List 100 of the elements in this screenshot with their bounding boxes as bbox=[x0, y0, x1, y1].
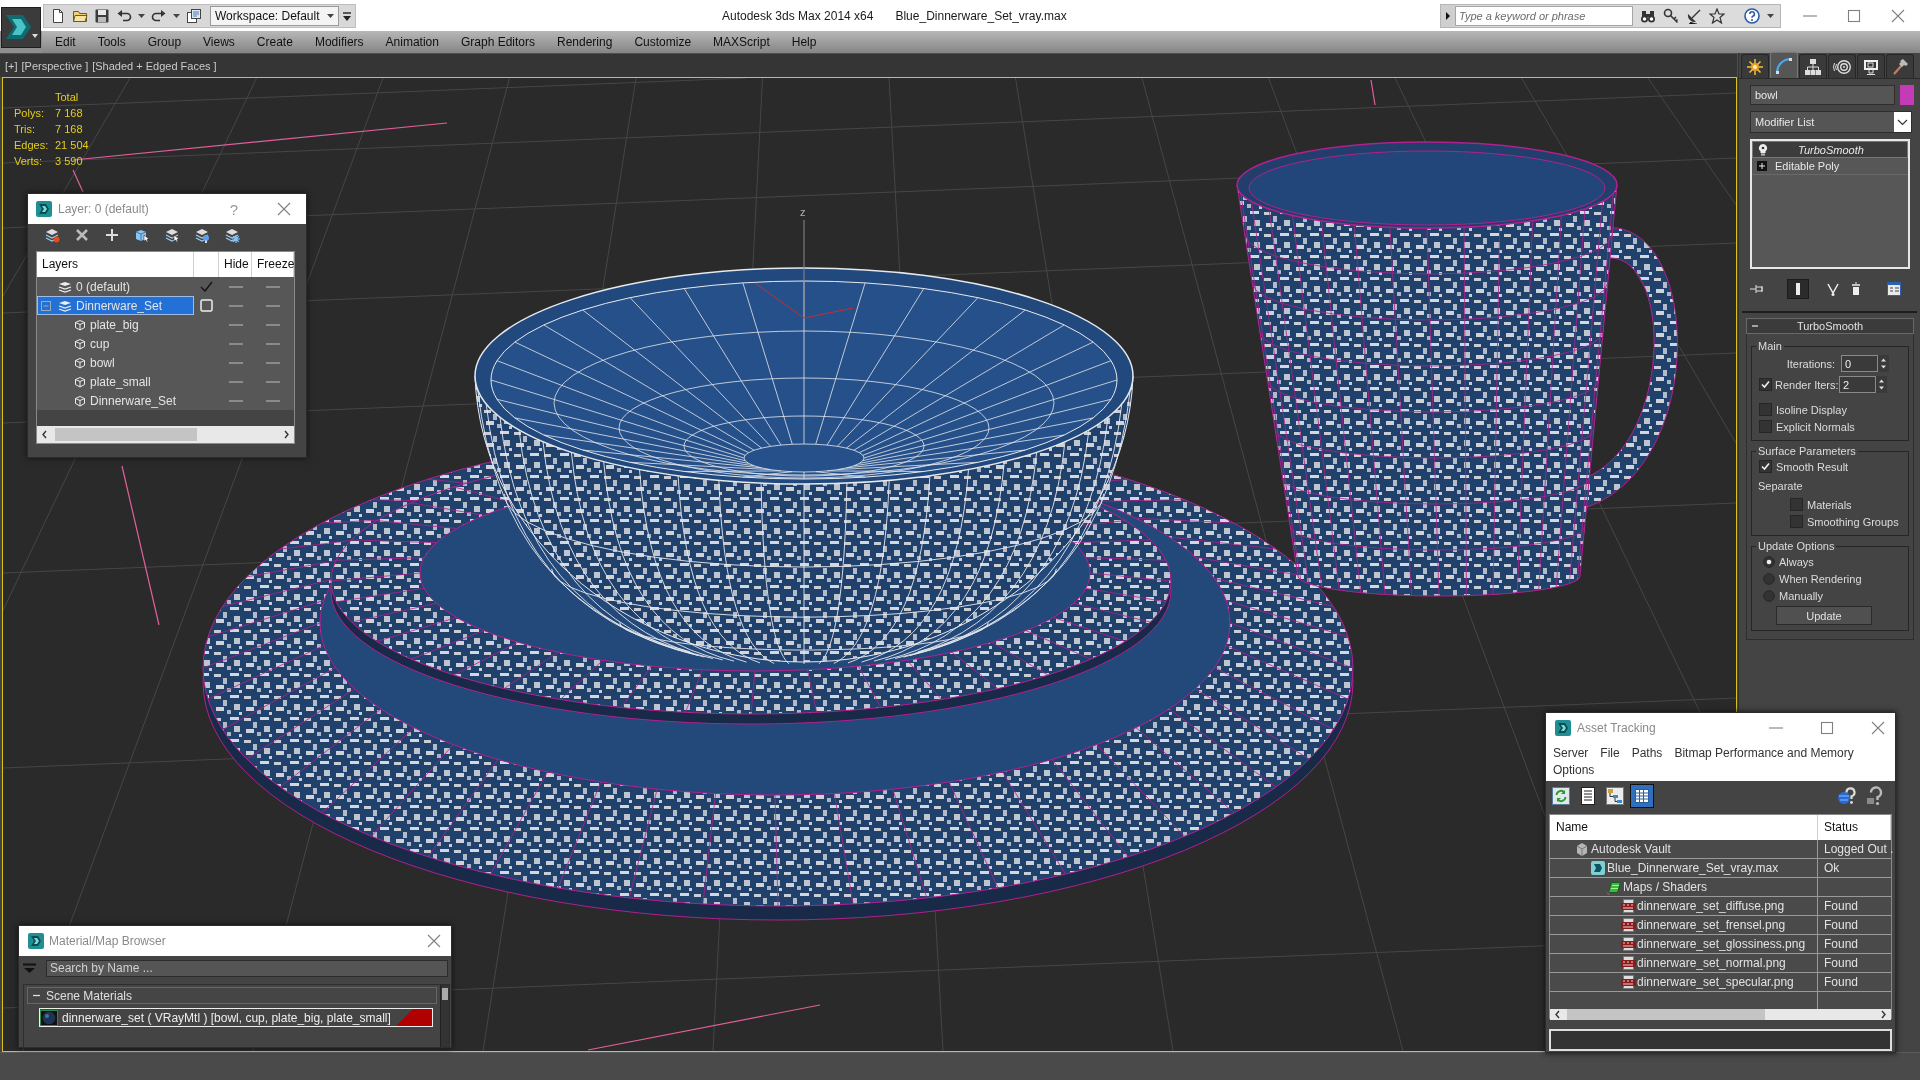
menu-item[interactable]: Help bbox=[780, 34, 828, 50]
menu-item[interactable]: MAXScript bbox=[702, 34, 781, 50]
layers-snowflake-icon[interactable] bbox=[224, 226, 240, 243]
layer-list-item[interactable]: bowl bbox=[37, 353, 194, 372]
command-panel-tab[interactable] bbox=[1828, 54, 1856, 78]
menu-item[interactable]: Graph Editors bbox=[449, 34, 546, 50]
layers-cursor-icon[interactable] bbox=[164, 226, 180, 243]
scrollbar-thumb[interactable] bbox=[442, 988, 448, 1000]
radio-button[interactable] bbox=[1763, 572, 1775, 585]
menu-item[interactable]: Modifiers bbox=[303, 34, 375, 50]
app-logo-icon[interactable] bbox=[1, 7, 41, 48]
hierarchy-chart-icon[interactable] bbox=[1603, 784, 1627, 808]
checkbox[interactable] bbox=[1759, 420, 1772, 433]
command-panel-tab[interactable] bbox=[1857, 54, 1885, 78]
modifier-stack-item[interactable]: Editable Poly bbox=[1752, 158, 1908, 175]
refresh-icon[interactable] bbox=[1549, 784, 1573, 808]
layer-list-item[interactable]: Dinnerware_Set bbox=[37, 296, 194, 315]
layers-dot-icon[interactable] bbox=[44, 226, 60, 243]
scrollbar[interactable] bbox=[37, 426, 294, 443]
maximize-icon[interactable] bbox=[1847, 8, 1861, 23]
workspace-dropdown[interactable]: Workspace: Default bbox=[210, 5, 339, 26]
asset-tree-item[interactable]: Blue_Dinnerware_Set_vray.max bbox=[1550, 859, 1818, 877]
update-button[interactable]: Update bbox=[1776, 606, 1872, 625]
checkbox[interactable] bbox=[1759, 460, 1772, 473]
checkmark-icon[interactable] bbox=[200, 281, 213, 292]
menu-item[interactable]: Bitmap Performance and Memory bbox=[1668, 745, 1860, 760]
vertical-bar-icon[interactable] bbox=[1787, 279, 1809, 299]
rollout-header[interactable]: TurboSmooth bbox=[1746, 318, 1914, 334]
menu-item[interactable]: Paths bbox=[1625, 745, 1669, 760]
new-file-icon[interactable] bbox=[50, 7, 66, 24]
command-panel-tab[interactable] bbox=[1799, 54, 1827, 78]
chevron-right-icon[interactable] bbox=[283, 430, 290, 439]
close-icon[interactable] bbox=[1891, 8, 1905, 23]
chevron-right-icon[interactable] bbox=[1880, 1010, 1887, 1019]
command-panel-tab[interactable] bbox=[1741, 54, 1769, 78]
layers-bulb-icon[interactable] bbox=[194, 226, 210, 243]
checkbox[interactable] bbox=[1759, 403, 1772, 416]
asset-tree-item[interactable]: dinnerware_set_normal.png bbox=[1550, 954, 1818, 972]
checkbox[interactable] bbox=[1790, 515, 1803, 528]
object-name-field[interactable]: bowl bbox=[1750, 85, 1895, 105]
view-label[interactable]: [+] bbox=[5, 59, 18, 72]
scrollbar[interactable] bbox=[440, 985, 449, 1047]
caret-icon[interactable] bbox=[138, 13, 145, 18]
undo-arrow-icon[interactable] bbox=[116, 7, 132, 24]
menu-item[interactable]: Views bbox=[192, 34, 246, 50]
menu-item[interactable]: Create bbox=[245, 34, 304, 50]
key-icon[interactable] bbox=[1663, 7, 1679, 24]
radio-button[interactable] bbox=[1763, 555, 1775, 568]
asset-tree-item[interactable]: dinnerware_set_glossiness.png bbox=[1550, 935, 1818, 953]
spinner-arrows-icon[interactable] bbox=[1878, 355, 1889, 372]
view-label[interactable]: [Shaded + Edged Faces ] bbox=[92, 59, 217, 72]
caret-icon[interactable] bbox=[1767, 13, 1774, 18]
grid-icon[interactable] bbox=[1630, 784, 1654, 808]
star-icon[interactable] bbox=[1709, 7, 1725, 24]
maximize-icon[interactable] bbox=[1820, 721, 1834, 735]
material-item[interactable]: dinnerware_set ( VRayMtl ) [bowl, cup, plate_big, plate_small] bbox=[39, 1008, 433, 1027]
asset-tree-item[interactable]: dinnerware_set_diffuse.png bbox=[1550, 897, 1818, 915]
close-icon[interactable] bbox=[1871, 721, 1885, 735]
scrollbar-thumb[interactable] bbox=[1567, 1009, 1765, 1020]
modifier-stack-item[interactable]: TurboSmooth bbox=[1752, 141, 1908, 158]
color-swatch[interactable] bbox=[1900, 85, 1914, 105]
view-label[interactable]: [Perspective ] bbox=[21, 59, 89, 72]
redo-arrow-icon[interactable] bbox=[151, 7, 167, 24]
help-icon[interactable] bbox=[1836, 786, 1856, 806]
scrollbar[interactable] bbox=[1550, 1009, 1891, 1020]
help-icon[interactable] bbox=[1865, 786, 1885, 806]
group-header[interactable]: Scene Materials bbox=[27, 987, 437, 1004]
menu-item[interactable]: Options bbox=[1547, 762, 1601, 777]
layer-list-item[interactable]: plate_small bbox=[37, 372, 194, 391]
scrollbar-thumb[interactable] bbox=[55, 428, 197, 441]
lightbulb-icon[interactable] bbox=[1758, 143, 1768, 156]
plus-box-icon[interactable] bbox=[1757, 161, 1767, 171]
menu-item[interactable]: Animation bbox=[374, 34, 450, 50]
asset-tree-item[interactable]: Autodesk Vault bbox=[1550, 840, 1818, 858]
close-icon[interactable] bbox=[277, 202, 291, 216]
search-field[interactable]: Search by Name ... bbox=[46, 959, 448, 977]
asset-tree-item[interactable]: dinnerware_set_frensel.png bbox=[1550, 916, 1818, 934]
status-field[interactable] bbox=[1549, 1029, 1892, 1051]
command-panel-tab[interactable] bbox=[1886, 54, 1914, 78]
chevron-left-icon[interactable] bbox=[1554, 1010, 1561, 1019]
asset-tree-item[interactable]: dinnerware_set_specular.png bbox=[1550, 973, 1818, 991]
spinner-arrows-icon[interactable] bbox=[1876, 376, 1887, 393]
menu-item[interactable]: Group bbox=[136, 34, 193, 50]
checkbox[interactable] bbox=[1759, 378, 1772, 391]
caret-icon[interactable] bbox=[173, 13, 180, 18]
layer-list-item[interactable]: 0 (default) bbox=[37, 277, 194, 296]
help-icon[interactable] bbox=[1744, 7, 1760, 24]
plus-icon[interactable] bbox=[104, 226, 120, 243]
asset-tree-item[interactable]: Maps / Shaders bbox=[1550, 878, 1818, 896]
cross-icon[interactable] bbox=[74, 226, 90, 243]
menu-item[interactable]: Server bbox=[1547, 745, 1595, 760]
documents-icon[interactable] bbox=[186, 7, 202, 24]
spinner-field[interactable]: 0 bbox=[1841, 355, 1878, 372]
menu-item[interactable]: File bbox=[1594, 745, 1626, 760]
menu-item[interactable]: Tools bbox=[86, 34, 137, 50]
radio-button[interactable] bbox=[1763, 589, 1775, 602]
spinner-field[interactable]: 2 bbox=[1839, 376, 1876, 393]
menu-item[interactable]: Customize bbox=[623, 34, 703, 50]
menu-item[interactable]: Edit bbox=[44, 34, 87, 50]
layer-list-item[interactable]: cup bbox=[37, 334, 194, 353]
